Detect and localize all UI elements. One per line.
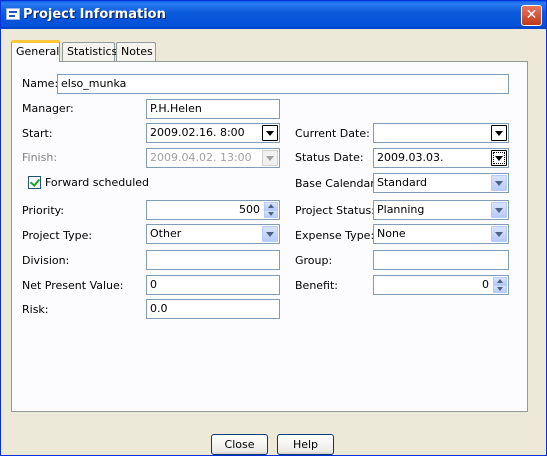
- chevron-down-icon[interactable]: [262, 125, 278, 141]
- tab-notes[interactable]: Notes: [116, 42, 156, 61]
- group-input[interactable]: [373, 250, 509, 270]
- status-date-picker[interactable]: 2009.03.03.: [373, 148, 509, 168]
- help-button[interactable]: Help: [277, 434, 334, 455]
- chevron-down-icon[interactable]: [491, 226, 507, 242]
- base-calendar-label: Base Calendar:: [295, 177, 379, 190]
- close-icon[interactable]: ✕: [521, 5, 542, 26]
- finish-date-picker: 2009.04.02. 13:00: [146, 148, 280, 168]
- window-title: Project Information: [23, 7, 166, 22]
- priority-value: 500: [239, 203, 260, 216]
- group-label: Group:: [295, 254, 333, 267]
- project-status-value: Planning: [377, 203, 425, 216]
- base-calendar-select[interactable]: Standard: [373, 173, 509, 193]
- forward-scheduled-checkbox[interactable]: [28, 176, 41, 189]
- spin-down-icon[interactable]: [493, 285, 507, 293]
- start-date-value: 2009.02.16. 8:00: [150, 126, 245, 139]
- benefit-label: Benefit:: [295, 279, 339, 292]
- finish-label: Finish:: [22, 151, 58, 164]
- project-type-value: Other: [150, 227, 182, 240]
- manager-input[interactable]: P.H.Helen: [146, 99, 280, 119]
- spin-down-icon[interactable]: [264, 210, 278, 218]
- current-date-label: Current Date:: [295, 127, 370, 140]
- spin-up-icon[interactable]: [264, 202, 278, 210]
- project-type-label: Project Type:: [22, 229, 93, 242]
- status-date-label: Status Date:: [295, 151, 364, 164]
- project-type-select[interactable]: Other: [146, 224, 280, 244]
- chevron-down-icon[interactable]: [491, 125, 507, 141]
- current-date-picker[interactable]: [373, 123, 509, 143]
- base-calendar-value: Standard: [377, 176, 428, 189]
- close-button[interactable]: Close: [211, 434, 268, 455]
- tab-general[interactable]: General: [11, 40, 60, 62]
- forward-scheduled-label: Forward scheduled: [45, 176, 150, 189]
- spinner-icon[interactable]: [493, 277, 507, 293]
- chevron-down-icon[interactable]: [491, 175, 507, 191]
- project-status-label: Project Status:: [295, 204, 375, 217]
- expense-type-select[interactable]: None: [373, 224, 509, 244]
- spin-up-icon[interactable]: [493, 277, 507, 285]
- chevron-down-icon[interactable]: [491, 202, 507, 218]
- project-status-select[interactable]: Planning: [373, 200, 509, 220]
- spinner-icon[interactable]: [264, 202, 278, 218]
- priority-spinner[interactable]: 500: [146, 200, 280, 220]
- division-label: Division:: [22, 254, 70, 267]
- net-present-value-input[interactable]: 0: [146, 275, 280, 295]
- manager-input-value: P.H.Helen: [150, 102, 202, 115]
- expense-type-value: None: [377, 227, 406, 240]
- net-present-value-value: 0: [150, 278, 157, 291]
- project-app-icon: [6, 8, 20, 20]
- start-label: Start:: [22, 127, 53, 140]
- benefit-value: 0: [482, 278, 489, 291]
- manager-label: Manager:: [22, 102, 74, 115]
- start-date-picker[interactable]: 2009.02.16. 8:00: [146, 123, 280, 143]
- name-input-value: elso_munka: [61, 77, 127, 90]
- chevron-down-icon: [262, 150, 278, 166]
- project-information-dialog: Project Information ✕ General Statistics…: [0, 0, 547, 456]
- name-input[interactable]: elso_munka: [57, 74, 509, 94]
- risk-input[interactable]: 0.0: [146, 299, 280, 319]
- risk-label: Risk:: [22, 303, 49, 316]
- benefit-spinner[interactable]: 0: [373, 275, 509, 295]
- expense-type-label: Expense Type:: [295, 229, 375, 242]
- name-label: Name:: [22, 77, 59, 90]
- net-present-value-label: Net Present Value:: [22, 279, 124, 292]
- tab-statistics[interactable]: Statistics: [62, 42, 117, 61]
- title-bar[interactable]: Project Information ✕: [1, 1, 546, 29]
- chevron-down-icon[interactable]: [491, 150, 507, 166]
- finish-date-value: 2009.04.02. 13:00: [150, 151, 252, 164]
- risk-value: 0.0: [150, 302, 168, 315]
- priority-label: Priority:: [22, 204, 65, 217]
- division-input[interactable]: [146, 250, 280, 270]
- status-date-value: 2009.03.03.: [377, 151, 444, 164]
- chevron-down-icon[interactable]: [262, 226, 278, 242]
